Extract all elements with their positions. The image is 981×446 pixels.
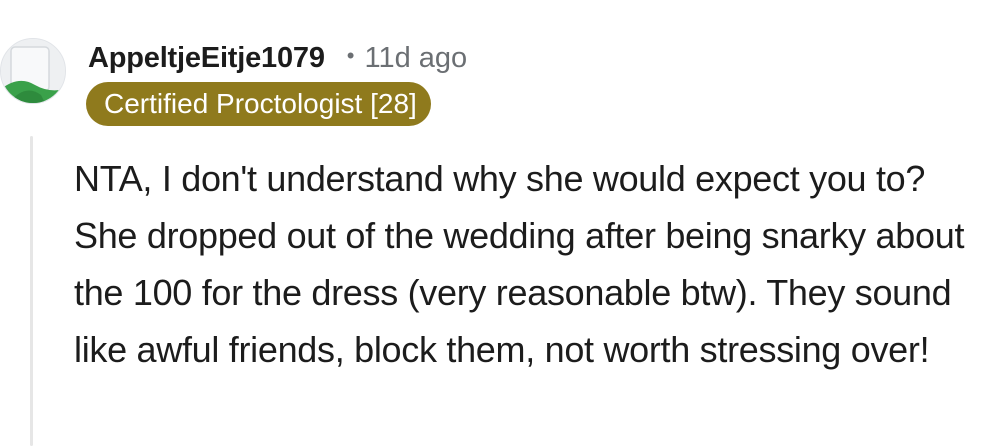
comment: AppeltjeEitje1079 • 11d ago Certified Pr… xyxy=(0,0,981,446)
comment-header: AppeltjeEitje1079 • 11d ago xyxy=(88,38,467,78)
comment-body: NTA, I don't understand why she would ex… xyxy=(74,158,965,370)
user-flair: Certified Proctologist [28] xyxy=(86,82,431,126)
avatar[interactable] xyxy=(0,38,66,104)
author-username[interactable]: AppeltjeEitje1079 xyxy=(88,42,325,75)
meta-separator: • xyxy=(346,43,355,68)
thread-line[interactable] xyxy=(30,136,33,446)
comment-timestamp: 11d ago xyxy=(364,41,468,74)
default-avatar-icon xyxy=(1,39,65,103)
